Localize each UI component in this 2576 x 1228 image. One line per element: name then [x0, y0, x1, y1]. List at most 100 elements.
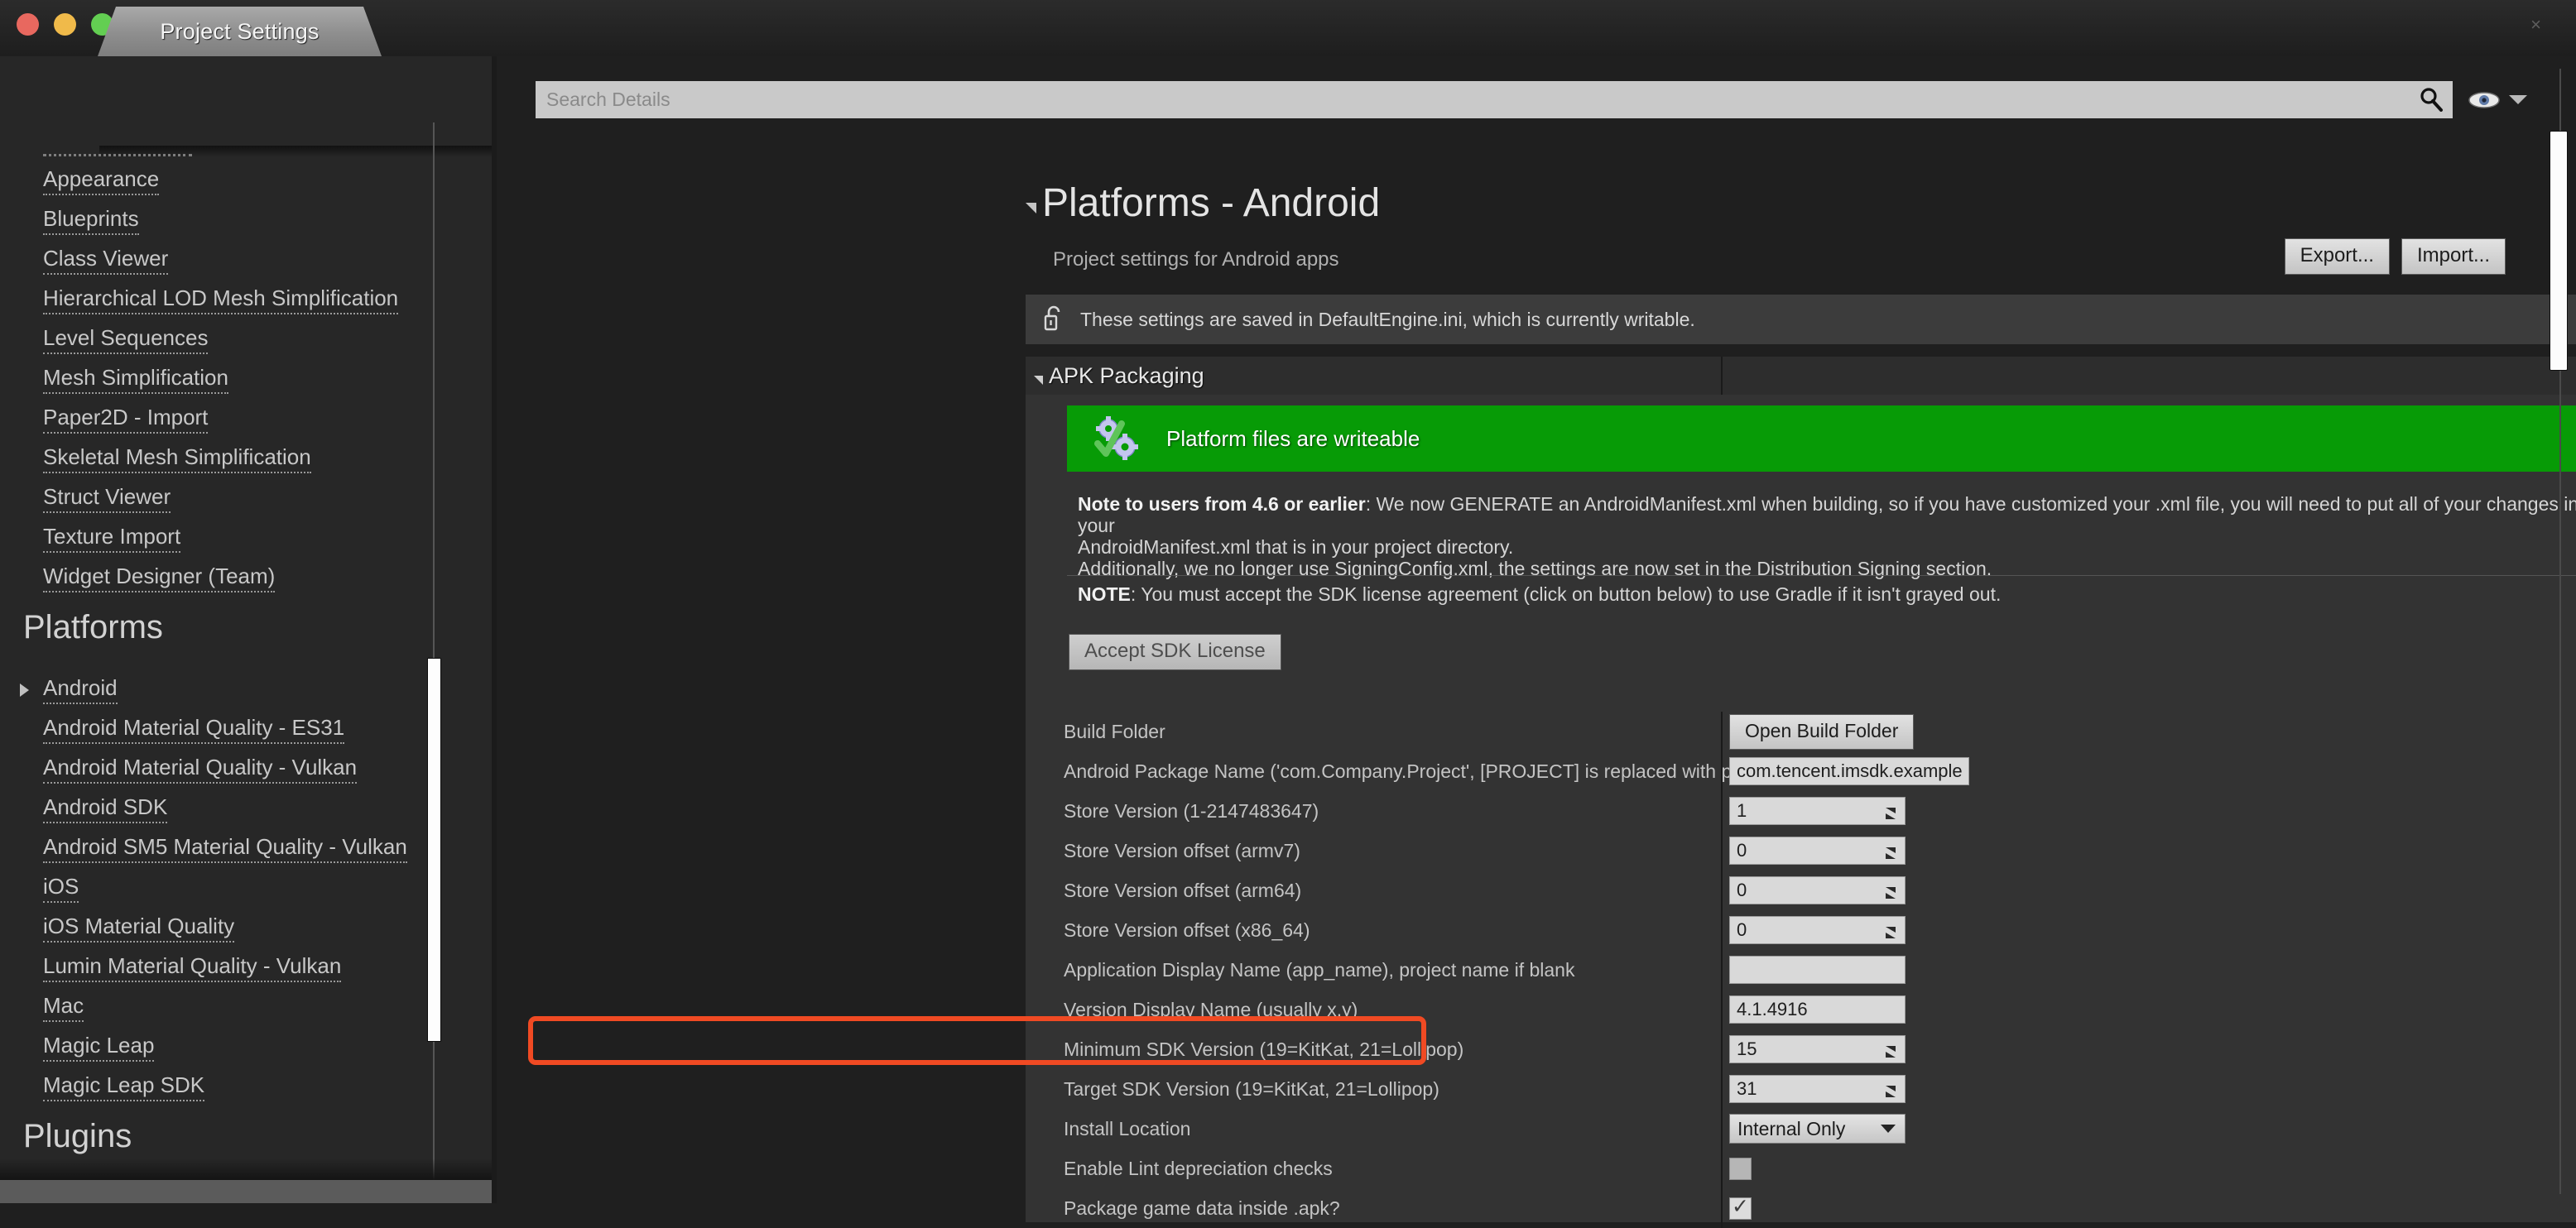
property-row-install-location: Install Location Internal Only [1030, 1109, 2576, 1149]
sidebar-item-texture-import[interactable]: Texture Import [43, 524, 181, 553]
row-column-divider [1721, 1109, 1723, 1149]
sidebar-item-label: Class Viewer [43, 246, 169, 275]
minimize-window-button[interactable] [54, 13, 76, 36]
search-icon[interactable] [2419, 87, 2444, 112]
tab-project-settings[interactable]: Project Settings [98, 7, 382, 56]
section-column-divider [1721, 357, 1723, 395]
input-value: 0 [1737, 919, 1747, 940]
spinner-drag-icon[interactable] [1884, 1043, 1897, 1058]
sidebar-bottom-bar [0, 1180, 492, 1203]
export-button[interactable]: Export... [2284, 238, 2390, 275]
dropdown-value: Internal Only [1737, 1117, 1846, 1139]
property-label: Android Package Name ('com.Company.Proje… [1064, 760, 1779, 782]
panel-left-edge [492, 56, 497, 1203]
sidebar-item-class-viewer[interactable]: Class Viewer [43, 246, 169, 275]
sidebar-item-struct-viewer[interactable]: Struct Viewer [43, 484, 171, 513]
sidebar-expand-icon-android[interactable] [20, 684, 29, 697]
search-row [536, 81, 2527, 118]
input-store-version-offset-armv7[interactable]: 0 [1729, 837, 1906, 865]
sidebar-item-android-sdk[interactable]: Android SDK [43, 794, 168, 823]
sidebar-item-label: Mesh Simplification [43, 365, 228, 394]
input-target-sdk-version-19-kitkat-21-lollipop[interactable]: 31 [1729, 1075, 1906, 1103]
page-subtitle: Project settings for Android apps [1053, 248, 1339, 271]
sidebar-item-label: Paper2D - Import [43, 405, 209, 434]
note-bold: Note to users from 4.6 or earlier [1078, 493, 1366, 515]
search-box[interactable] [536, 81, 2453, 118]
sidebar-item-label: Magic Leap [43, 1033, 155, 1062]
sidebar-item-lumin-material-quality-vulkan[interactable]: Lumin Material Quality - Vulkan [43, 953, 342, 982]
input-android-package-name-com-company-project-project[interactable]: com.tencent.imsdk.example [1729, 757, 1969, 785]
property-field: Open Build Folder [1729, 713, 1915, 750]
spinner-drag-icon[interactable] [1884, 1082, 1897, 1097]
sidebar-item-level-sequences[interactable]: Level Sequences [43, 325, 209, 354]
input-minimum-sdk-version-19-kitkat-21-lollipop[interactable]: 15 [1729, 1035, 1906, 1063]
input-value: 0 [1737, 840, 1747, 861]
sidebar-item-paper2d-import[interactable]: Paper2D - Import [43, 405, 209, 434]
checkbox-enable-lint-depreciation-checks[interactable] [1729, 1157, 1752, 1180]
sidebar-item-label: Android SM5 Material Quality - Vulkan [43, 834, 407, 863]
row-column-divider [1721, 990, 1723, 1029]
input-version-display-name-usually-x-y[interactable]: 4.1.4916 [1729, 995, 1906, 1024]
sidebar-item-ios[interactable]: iOS [43, 874, 79, 903]
property-label: Target SDK Version (19=KitKat, 21=Lollip… [1064, 1077, 1439, 1100]
import-export-buttons: Export... Import... [2284, 238, 2506, 275]
section-collapse-icon[interactable] [1034, 375, 1043, 385]
property-field: 0 [1729, 916, 1906, 944]
sidebar-item-appearance[interactable]: Appearance [43, 166, 160, 195]
sidebar-item-label: Skeletal Mesh Simplification [43, 444, 311, 473]
sidebar-scrollbar-thumb[interactable] [427, 658, 441, 1042]
spinner-drag-icon[interactable] [1884, 844, 1897, 859]
open-build-folder-button[interactable]: Open Build Folder [1729, 713, 1915, 750]
section-title: APK Packaging [1049, 362, 1204, 388]
eye-icon[interactable] [2468, 89, 2501, 111]
input-store-version-offset-x86-64[interactable]: 0 [1729, 916, 1906, 944]
spinner-drag-icon[interactable] [1884, 884, 1897, 899]
details-scrollbar-thumb[interactable] [2550, 131, 2568, 371]
property-row-android-package-name-com-company-project-project: Android Package Name ('com.Company.Proje… [1030, 751, 2576, 791]
sidebar-item-android-material-quality-vulkan[interactable]: Android Material Quality - Vulkan [43, 755, 358, 784]
accept-sdk-license-button[interactable]: Accept SDK License [1069, 634, 1281, 670]
platform-writeable-banner: Platform files are writeable [1067, 405, 2576, 472]
visibility-dropdown-icon[interactable] [2509, 95, 2527, 104]
sidebar-item-mac[interactable]: Mac [43, 993, 84, 1022]
sidebar-item-android-material-quality-es31[interactable]: Android Material Quality - ES31 [43, 715, 345, 744]
settings-sidebar[interactable]: Appearance Blueprints Class Viewer Hierarch… [0, 56, 492, 1203]
sidebar-item-ios-material-quality[interactable]: iOS Material Quality [43, 914, 235, 943]
input-application-display-name-app-name-project-name-i[interactable] [1729, 956, 1906, 984]
note-divider [1067, 575, 2576, 576]
import-button[interactable]: Import... [2401, 238, 2506, 275]
property-row-store-version-offset-arm64: Store Version offset (arm64) 0 [1030, 871, 2576, 910]
gears-check-icon [1092, 415, 1141, 462]
sidebar-item-magic-leap-sdk[interactable]: Magic Leap SDK [43, 1072, 205, 1101]
close-window-button[interactable] [17, 13, 39, 36]
sidebar-item-skeletal-mesh-simplification[interactable]: Skeletal Mesh Simplification [43, 444, 311, 473]
sidebar-item-mesh-simplification[interactable]: Mesh Simplification [43, 365, 228, 394]
checkbox-package-game-data-inside-apk[interactable]: ✓ [1729, 1196, 1752, 1220]
property-row-enable-lint-depreciation-checks: Enable Lint depreciation checks [1030, 1149, 2576, 1188]
input-store-version-1-2147483647[interactable]: 1 [1729, 797, 1906, 825]
input-store-version-offset-arm64[interactable]: 0 [1729, 876, 1906, 904]
details-panel: Platforms - Android Project settings for… [492, 56, 2576, 1228]
property-label: Application Display Name (app_name), pro… [1064, 958, 1575, 981]
spinner-drag-icon[interactable] [1884, 923, 1897, 938]
sidebar-item-label: Android [43, 675, 118, 704]
spinner-drag-icon[interactable] [1884, 804, 1897, 819]
sidebar-item-widget-designer-team[interactable]: Widget Designer (Team) [43, 564, 276, 592]
sidebar-item-android-sm5-material-quality-vulkan[interactable]: Android SM5 Material Quality - Vulkan [43, 834, 407, 863]
tab-close-icon[interactable]: × [2530, 16, 2541, 34]
input-value: 31 [1737, 1078, 1757, 1099]
input-value: 4.1.4916 [1737, 999, 1808, 1019]
sidebar-item-blueprints[interactable]: Blueprints [43, 206, 139, 235]
sidebar-item-hierarchical-lod-mesh-simplification[interactable]: Hierarchical LOD Mesh Simplification [43, 285, 399, 314]
sidebar-item-android[interactable]: Android [43, 675, 118, 704]
property-field: 31 [1729, 1075, 1906, 1103]
section-header-apk-packaging[interactable]: APK Packaging [1026, 357, 2576, 395]
property-label: Minimum SDK Version (19=KitKat, 21=Lolli… [1064, 1038, 1464, 1060]
install-location-dropdown[interactable]: Internal Only [1729, 1114, 1906, 1144]
sidebar-item-label: Texture Import [43, 524, 181, 553]
search-input[interactable] [536, 81, 2431, 118]
row-column-divider [1721, 751, 1723, 791]
sidebar-item-magic-leap[interactable]: Magic Leap [43, 1033, 155, 1062]
property-field: 1 [1729, 797, 1906, 825]
collapse-section-icon[interactable] [1026, 203, 1036, 213]
